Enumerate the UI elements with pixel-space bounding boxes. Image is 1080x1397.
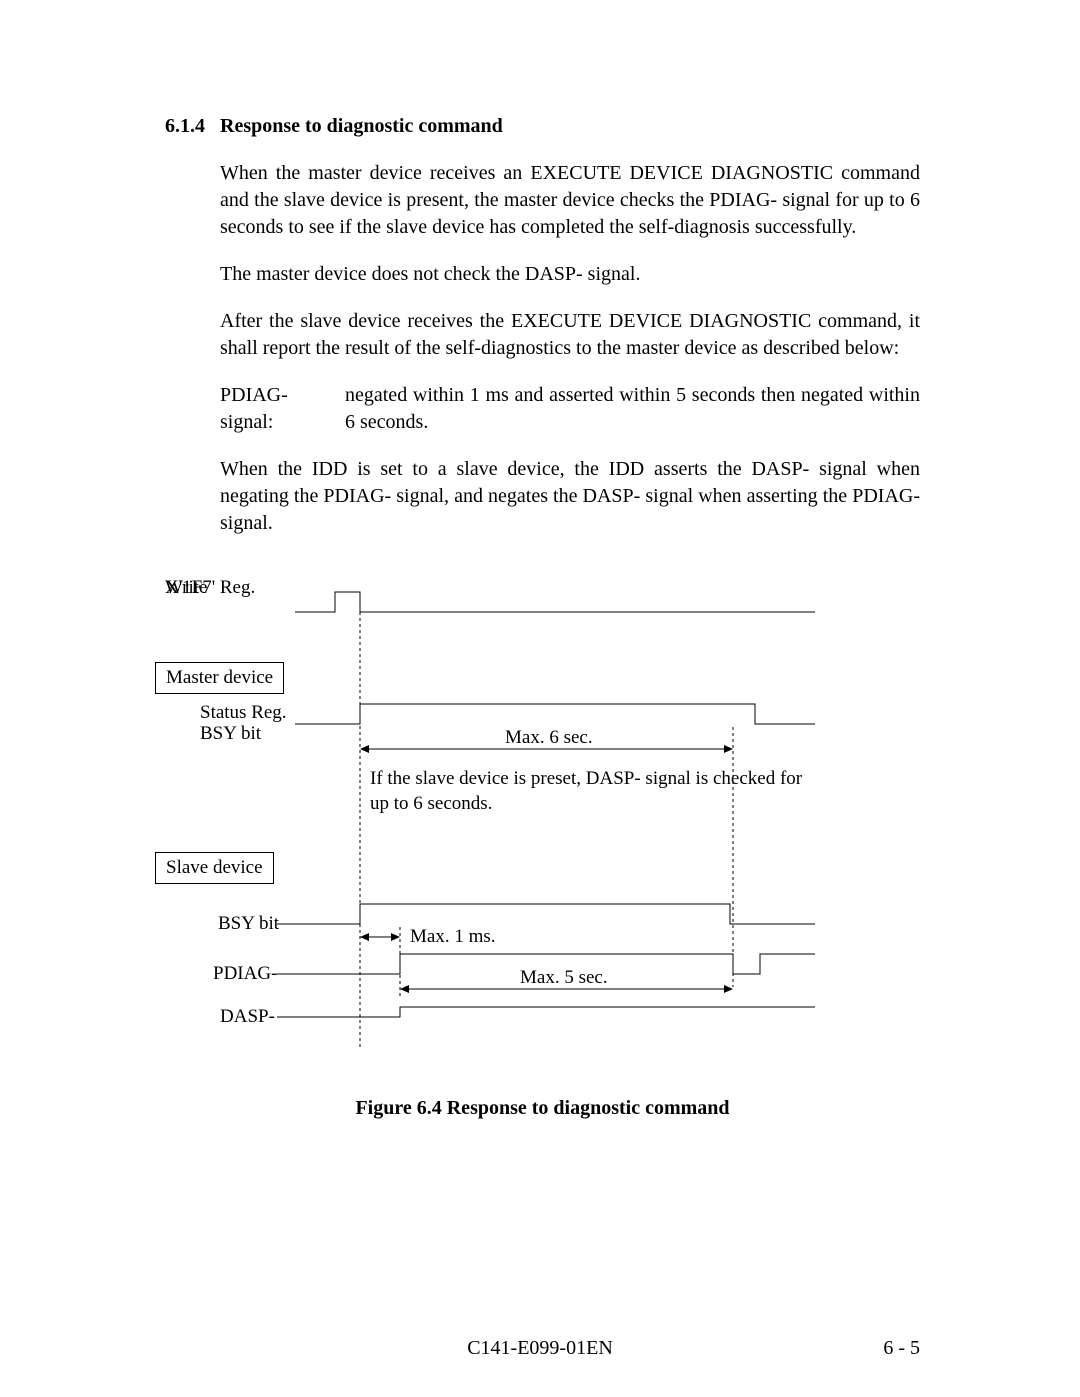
timing-diagram: X'1F7' Reg. Write Master device Status R… [165,577,925,1077]
pdiag-signal-desc: negated within 1 ms and asserted within … [345,382,920,436]
label-bsy-bit-slave: BSY bit [218,913,279,935]
timing-diagram-svg [165,577,925,1077]
paragraph-1: When the master device receives an EXECU… [220,160,920,241]
paragraph-5: When the IDD is set to a slave device, t… [220,456,920,537]
label-bsy-bit-master: BSY bit [200,723,261,745]
label-max-5-sec: Max. 5 sec. [520,967,608,989]
label-max-6-sec: Max. 6 sec. [505,727,593,749]
section-number: 6.1.4 [165,115,220,138]
footer-page-number: 6 - 5 [883,1337,920,1360]
box-master-device: Master device [155,662,284,694]
paragraph-4: PDIAG- signal: negated within 1 ms and a… [220,382,920,436]
label-max-1-ms: Max. 1 ms. [410,926,496,948]
paragraph-3: After the slave device receives the EXEC… [220,308,920,362]
label-pdiag: PDIAG- [213,963,277,985]
label-status-reg: Status Reg. [200,702,287,724]
pdiag-signal-label: PDIAG- signal: [220,382,345,436]
label-x1f7-write: Write [165,577,208,599]
section-heading: 6.1.4 Response to diagnostic command [165,115,920,138]
paragraph-2: The master device does not check the DAS… [220,261,920,288]
label-dasp-note: If the slave device is preset, DASP- sig… [370,767,810,816]
label-dasp: DASP- [220,1006,275,1028]
page: 6.1.4 Response to diagnostic command Whe… [0,0,1080,1397]
section-title: Response to diagnostic command [220,115,503,138]
figure-caption: Figure 6.4 Response to diagnostic comman… [165,1097,920,1120]
box-slave-device: Slave device [155,852,274,884]
